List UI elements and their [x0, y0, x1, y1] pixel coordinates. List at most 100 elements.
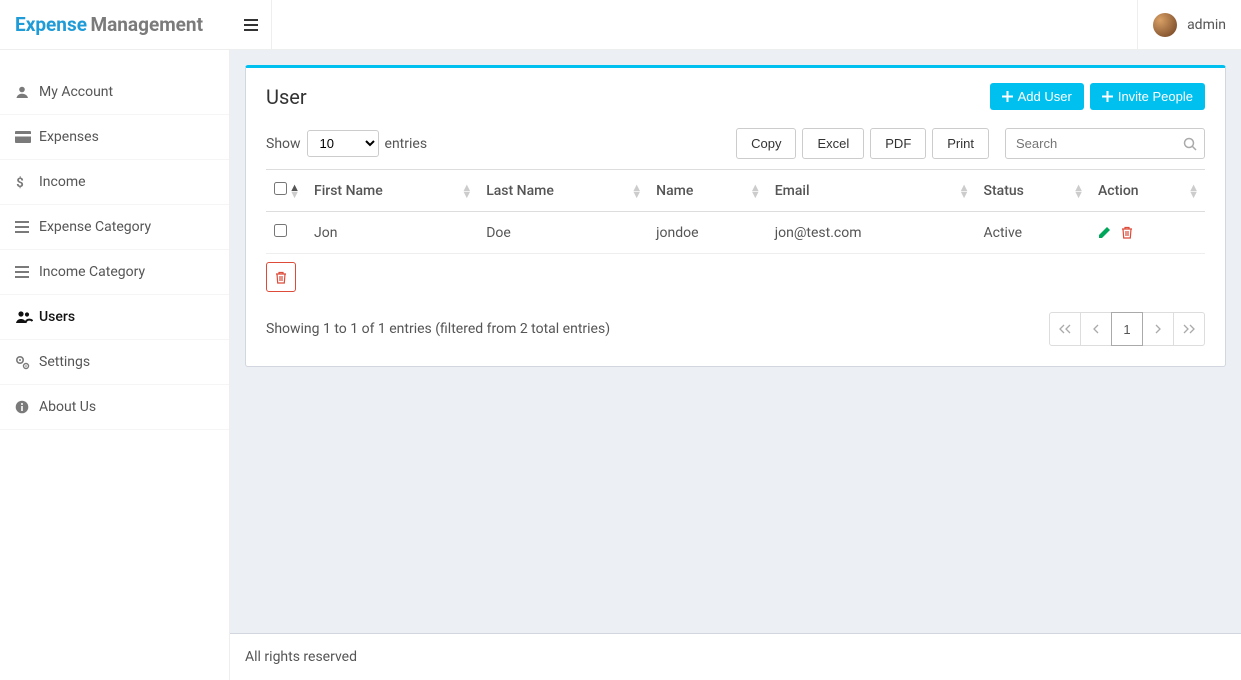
- pencil-icon: [1098, 226, 1111, 239]
- header-label: Last Name: [486, 183, 554, 199]
- page-first-button[interactable]: [1049, 312, 1081, 346]
- sidebar-item-income[interactable]: $ Income: [0, 160, 229, 205]
- export-excel-button[interactable]: Excel: [802, 128, 864, 159]
- col-last-name[interactable]: Last Name ▲▼: [478, 170, 648, 212]
- topbar-right: admin: [230, 0, 1241, 50]
- sidebar-item-label: Income: [39, 174, 86, 190]
- sidebar-item-label: Income Category: [39, 264, 145, 280]
- header-label: Action: [1098, 183, 1139, 199]
- delete-button[interactable]: [1121, 226, 1133, 239]
- header-label: First Name: [314, 183, 383, 199]
- svg-text:$: $: [16, 176, 23, 189]
- length-suffix: entries: [385, 136, 428, 152]
- users-panel: User Add User Invite People Show 1025501…: [245, 65, 1226, 367]
- col-email[interactable]: Email ▲▼: [767, 170, 976, 212]
- sidebar-item-about-us[interactable]: About Us: [0, 385, 229, 430]
- logo[interactable]: Expense Management: [0, 0, 230, 50]
- list-icon: [15, 266, 39, 278]
- cell-action: [1090, 212, 1205, 254]
- sidebar-item-label: Users: [39, 309, 75, 325]
- list-icon: [15, 221, 39, 233]
- bars-icon: [244, 18, 258, 32]
- add-user-button[interactable]: Add User: [990, 83, 1084, 110]
- cogs-icon: [15, 355, 39, 370]
- page-prev-button[interactable]: [1080, 312, 1112, 346]
- export-pdf-button[interactable]: PDF: [870, 128, 926, 159]
- col-name[interactable]: Name▲▼: [648, 170, 767, 212]
- cell-last-name: Doe: [478, 212, 648, 254]
- trash-icon: [275, 271, 287, 284]
- cell-status: Active: [976, 212, 1090, 254]
- avatar: [1153, 13, 1177, 37]
- col-first-name[interactable]: First Name ▲▼: [306, 170, 478, 212]
- sort-icon: ▲▼: [959, 184, 970, 198]
- sidebar-item-users[interactable]: Users: [0, 295, 229, 340]
- bulk-delete-button[interactable]: [266, 262, 296, 292]
- edit-button[interactable]: [1098, 226, 1111, 239]
- footer-text: All rights reserved: [245, 649, 357, 665]
- sidebar-item-settings[interactable]: Settings: [0, 340, 229, 385]
- sidebar-item-label: Expense Category: [39, 219, 151, 235]
- select-all-checkbox[interactable]: [274, 182, 287, 195]
- sort-icon: ▲▼: [1188, 184, 1199, 198]
- col-status[interactable]: Status ▲▼: [976, 170, 1090, 212]
- username-label: admin: [1187, 17, 1226, 33]
- table-row: JonDoejondoejon@test.comActive: [266, 212, 1205, 254]
- export-print-button[interactable]: Print: [932, 128, 989, 159]
- content: User Add User Invite People Show 1025501…: [230, 0, 1241, 630]
- pagination: 1: [1049, 312, 1205, 346]
- page-length-select[interactable]: 102550100: [307, 130, 379, 157]
- user-menu[interactable]: admin: [1137, 0, 1241, 50]
- row-checkbox[interactable]: [274, 224, 287, 237]
- logo-part-a: Expense: [15, 13, 87, 36]
- cell-email: jon@test.com: [767, 212, 976, 254]
- sidebar-item-income-category[interactable]: Income Category: [0, 250, 229, 295]
- sidebar: My Account Expenses $ Income Expense Categor…: [0, 50, 230, 680]
- col-action[interactable]: Action ▲▼: [1090, 170, 1205, 212]
- dollar-icon: $: [15, 175, 39, 189]
- panel-header: User Add User Invite People: [266, 83, 1205, 110]
- topbar: Expense Management admin: [0, 0, 1241, 50]
- sidebar-item-my-account[interactable]: My Account: [0, 70, 229, 115]
- page-next-button[interactable]: [1142, 312, 1174, 346]
- panel-actions: Add User Invite People: [990, 83, 1205, 110]
- footer: All rights reserved: [230, 633, 1241, 680]
- header-label: Status: [984, 183, 1024, 199]
- table-info-text: Showing 1 to 1 of 1 entries (filtered fr…: [266, 321, 610, 337]
- sidebar-item-label: About Us: [39, 399, 96, 415]
- sort-icon: ▲▼: [631, 184, 642, 198]
- page-number-button[interactable]: 1: [1111, 312, 1143, 346]
- info-icon: [15, 400, 39, 414]
- sort-icon: ▲▼: [461, 184, 472, 198]
- table-body: JonDoejondoejon@test.comActive: [266, 212, 1205, 254]
- chevron-right-icon: [1154, 324, 1162, 334]
- user-icon: [15, 85, 39, 99]
- search-wrap: [1005, 128, 1205, 159]
- chevrons-left-icon: [1059, 324, 1071, 334]
- sort-icon: ▲▼: [1073, 184, 1084, 198]
- col-checkbox: ▲▼: [266, 170, 306, 212]
- table-controls: Show 102550100 entries Copy Excel PDF Pr…: [266, 128, 1205, 159]
- sidebar-item-expense-category[interactable]: Expense Category: [0, 205, 229, 250]
- chevrons-right-icon: [1183, 324, 1195, 334]
- table-footer: Showing 1 to 1 of 1 entries (filtered fr…: [266, 312, 1205, 346]
- sort-icon: ▲▼: [289, 184, 300, 198]
- sidebar-nav: My Account Expenses $ Income Expense Categor…: [0, 50, 229, 430]
- chevron-left-icon: [1092, 324, 1100, 334]
- logo-part-b: Management: [90, 13, 203, 36]
- export-copy-button[interactable]: Copy: [736, 128, 796, 159]
- cell-first-name: Jon: [306, 212, 478, 254]
- plus-icon: [1102, 91, 1113, 102]
- sidebar-toggle-button[interactable]: [230, 0, 272, 50]
- page-last-button[interactable]: [1173, 312, 1205, 346]
- header-label: Name: [656, 183, 693, 199]
- invite-people-button[interactable]: Invite People: [1090, 83, 1205, 110]
- sidebar-item-expenses[interactable]: Expenses: [0, 115, 229, 160]
- sidebar-item-label: My Account: [39, 84, 113, 100]
- table-head: ▲▼First Name▲▼Last Name▲▼Name▲▼Email▲▼St…: [266, 170, 1205, 212]
- add-user-label: Add User: [1018, 89, 1072, 104]
- cell-name: jondoe: [648, 212, 767, 254]
- header-label: Email: [775, 183, 810, 199]
- search-input[interactable]: [1005, 128, 1205, 159]
- trash-icon: [1121, 226, 1133, 239]
